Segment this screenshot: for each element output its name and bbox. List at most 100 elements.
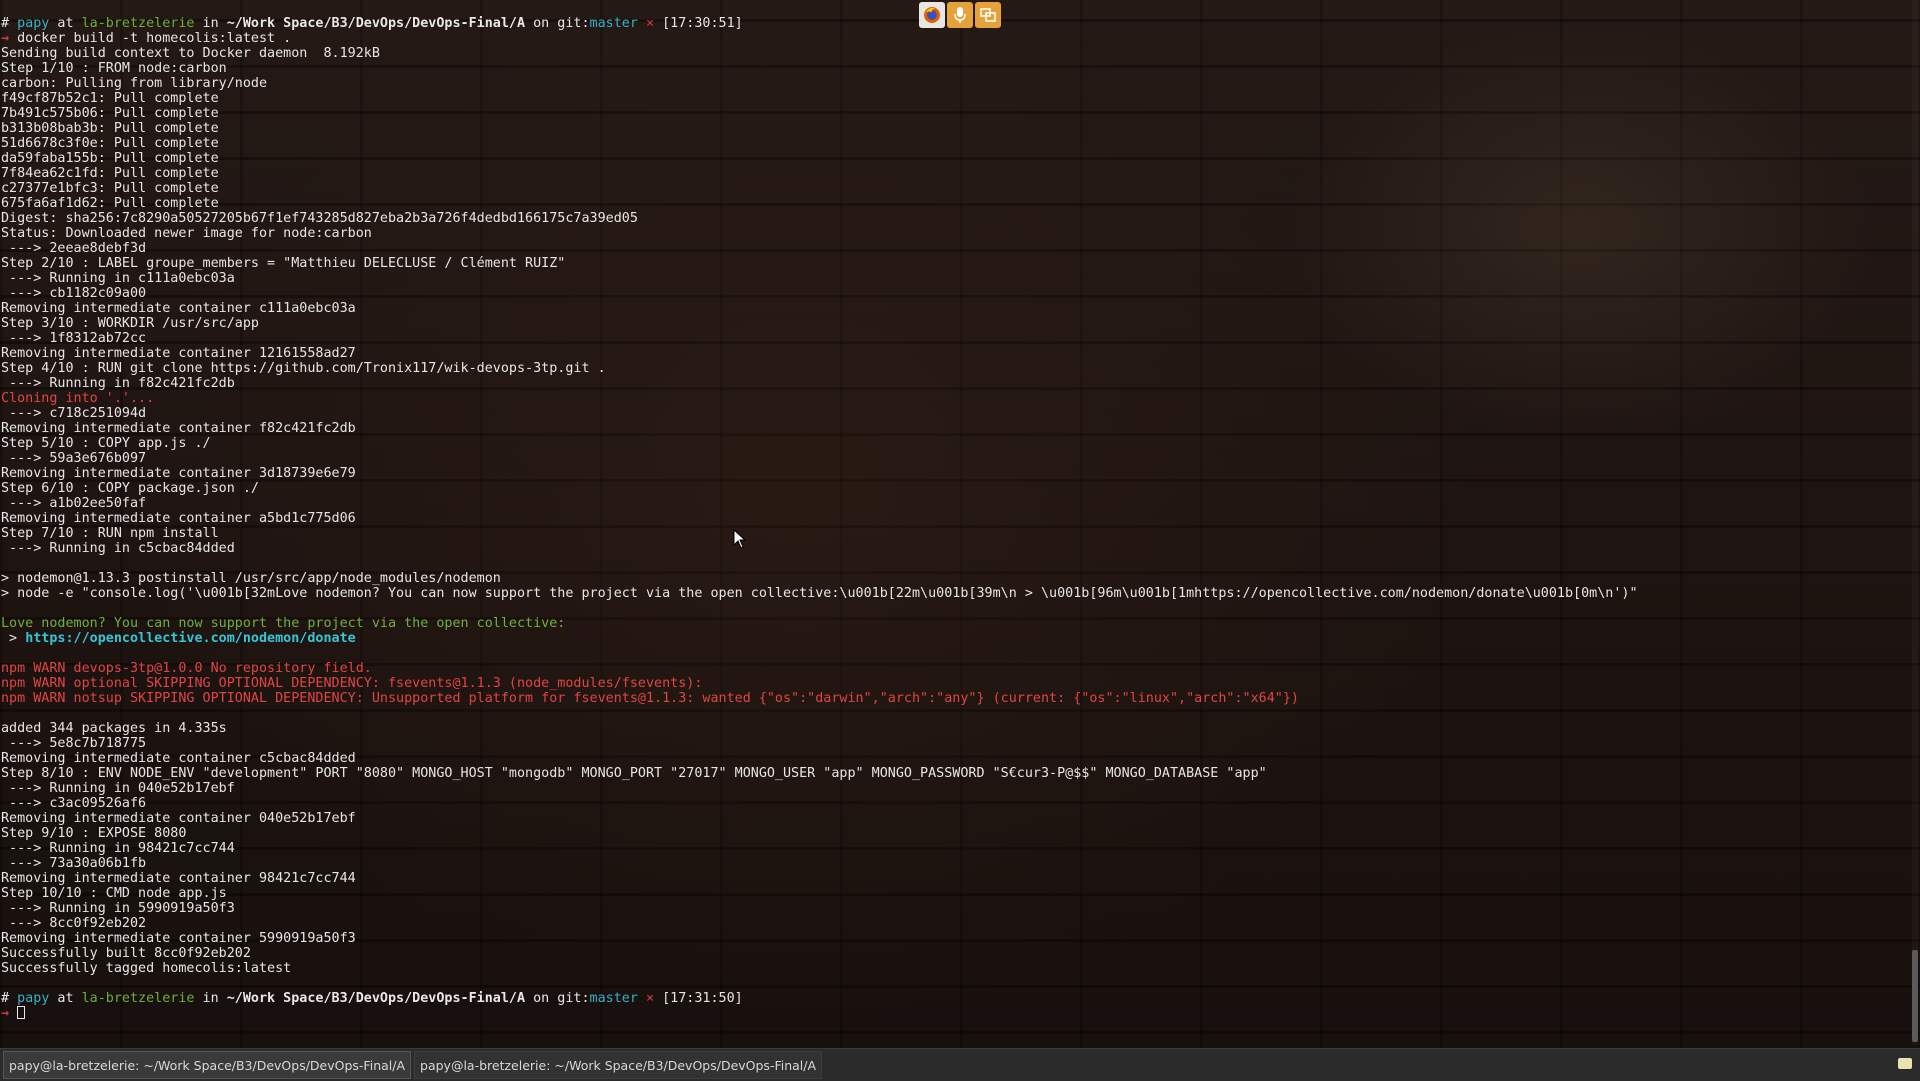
terminal-output-line: Removing intermediate container 5990919a…	[1, 931, 356, 946]
terminal-output-line: ---> Running in c5cbac84dded	[1, 541, 235, 556]
prompt-user: papy	[17, 991, 50, 1006]
shell-prompt: # papy at la-bretzelerie in ~/Work Space…	[1, 991, 1901, 1006]
taskbar-window-terminal-2[interactable]: papy@la-bretzelerie: ~/Work Space/B3/Dev…	[414, 1051, 823, 1079]
terminal-output-line: Removing intermediate container c111a0eb…	[1, 301, 356, 316]
prompt-path: ~/Work Space/B3/DevOps/DevOps-Final/A	[226, 991, 526, 1006]
terminal-output-line: ---> a1b02ee50faf	[1, 496, 147, 511]
prompt-host: la-bretzelerie	[81, 16, 195, 31]
terminal-output-line: Removing intermediate container 98421c7c…	[1, 871, 356, 886]
prompt-branch: master	[589, 16, 638, 31]
terminal-output-line: Successfully tagged homecolis:latest	[1, 961, 292, 976]
terminal-output-line: c27377e1bfc3: Pull complete	[1, 181, 219, 196]
prompt-path: ~/Work Space/B3/DevOps/DevOps-Final/A	[226, 16, 526, 31]
terminal-output-line: b313b08bab3b: Pull complete	[1, 121, 219, 136]
terminal-output-line: ---> Running in 040e52b17ebf	[1, 781, 235, 796]
terminal-output-line: Digest: sha256:7c8290a50527205b67f1ef743…	[1, 211, 638, 226]
terminal-output-line: ---> 73a30a06b1fb	[1, 856, 147, 871]
terminal-output-line: carbon: Pulling from library/node	[1, 76, 268, 91]
mouse-pointer-icon	[733, 528, 747, 549]
prompt-host: la-bretzelerie	[81, 991, 195, 1006]
build-output-block: Sending build context to Docker daemon 8…	[1, 46, 1901, 391]
terminal-output-line: Step 6/10 : COPY package.json ./	[1, 481, 259, 496]
terminal-output-line: ---> Running in f82c421fc2db	[1, 376, 235, 391]
terminal-output-line: Step 9/10 : EXPOSE 8080	[1, 826, 187, 841]
firefox-icon[interactable]	[919, 2, 945, 28]
command-line: → docker build -t homecolis:latest .	[1, 31, 1901, 46]
terminal-output-line: npm WARN devops-3tp@1.0.0 No repository …	[1, 661, 372, 676]
git-clone-message: Cloning into '.'...	[1, 391, 155, 406]
prompt-in: in	[194, 16, 227, 31]
terminal-output-line: Step 3/10 : WORKDIR /usr/src/app	[1, 316, 259, 331]
terminal-output-line: Removing intermediate container 12161558…	[1, 346, 356, 361]
nodemon-link-line: > https://opencollective.com/nodemon/don…	[1, 631, 1901, 646]
build-output-block: added 344 packages in 4.335s ---> 5e8c7b…	[1, 721, 1901, 976]
prompt-git-label: git:	[557, 991, 590, 1006]
terminal-output-line: Removing intermediate container c5cbac84…	[1, 751, 356, 766]
terminal-output-line: 51d6678c3f0e: Pull complete	[1, 136, 219, 151]
terminal-output-line: ---> Running in 5990919a50f3	[1, 901, 235, 916]
terminal-output-line: > node -e "console.log('\u001b[32mLove n…	[1, 586, 1638, 601]
notification-icon[interactable]	[1898, 1058, 1912, 1069]
prompt-on: on	[525, 16, 558, 31]
terminal-scrollbar[interactable]	[1912, 0, 1918, 1045]
taskbar-window-terminal-1[interactable]: papy@la-bretzelerie: ~/Work Space/B3/Dev…	[3, 1051, 412, 1079]
prompt-time: [17:30:51]	[654, 16, 743, 31]
terminal-output-line: ---> c3ac09526af6	[1, 796, 147, 811]
terminal-output-line: ---> Running in 98421c7cc744	[1, 841, 235, 856]
prompt-dirty-mark: ×	[637, 16, 655, 31]
terminal-output-line: > nodemon@1.13.3 postinstall /usr/src/ap…	[1, 571, 501, 586]
command-line[interactable]: →	[1, 1006, 1901, 1021]
terminal-output-line: ---> 8cc0f92eb202	[1, 916, 147, 931]
terminal-output-line: ---> 59a3e676b097	[1, 451, 147, 466]
prompt-at: at	[49, 16, 82, 31]
terminal-output-line: Removing intermediate container 040e52b1…	[1, 811, 356, 826]
prompt-time: [17:31:50]	[654, 991, 743, 1006]
text-cursor	[17, 1006, 26, 1019]
terminal-output-line: ---> Running in c111a0ebc03a	[1, 271, 235, 286]
terminal-output-line: ---> 5e8c7b718775	[1, 736, 147, 751]
terminal-output-line: Step 7/10 : RUN npm install	[1, 526, 219, 541]
prompt-dirty-mark: ×	[637, 991, 655, 1006]
terminal-output-line: Step 2/10 : LABEL groupe_members = "Matt…	[1, 256, 566, 271]
window-switch-icon[interactable]	[975, 2, 1001, 28]
terminal-output-line: npm WARN notsup SKIPPING OPTIONAL DEPEND…	[1, 691, 1299, 706]
terminal-output-line: 675fa6af1d62: Pull complete	[1, 196, 219, 211]
prompt-at: at	[49, 991, 82, 1006]
prompt-git-label: git:	[557, 16, 590, 31]
terminal-output-line: Successfully built 8cc0f92eb202	[1, 946, 251, 961]
terminal-window[interactable]: # papy at la-bretzelerie in ~/Work Space…	[1, 16, 1901, 1046]
microphone-icon[interactable]	[947, 2, 973, 28]
prompt-in: in	[194, 991, 227, 1006]
task-label: papy@la-bretzelerie: ~/Work Space/B3/Dev…	[9, 1057, 406, 1073]
terminal-output-line: ---> c718c251094d	[1, 406, 147, 421]
terminal-output-line: Sending build context to Docker daemon 8…	[1, 46, 380, 61]
build-output-block: ---> c718c251094d Removing intermediate c…	[1, 406, 1901, 616]
taskbar: papy@la-bretzelerie: ~/Work Space/B3/Dev…	[0, 1048, 1920, 1081]
nodemon-message: Love nodemon? You can now support the pr…	[1, 616, 566, 631]
terminal-output-line: Step 10/10 : CMD node app.js	[1, 886, 227, 901]
link-prefix: >	[1, 631, 26, 646]
scrollbar-thumb[interactable]	[1912, 950, 1918, 1042]
terminal-output-line: Status: Downloaded newer image for node:…	[1, 226, 372, 241]
terminal-output-line: da59faba155b: Pull complete	[1, 151, 219, 166]
nodemon-donate-link[interactable]: https://opencollective.com/nodemon/donat…	[25, 631, 356, 646]
terminal-output-line: 7b491c575b06: Pull complete	[1, 106, 219, 121]
terminal-output-line: added 344 packages in 4.335s	[1, 721, 227, 736]
prompt-user: papy	[17, 16, 50, 31]
terminal-output-line: ---> 1f8312ab72cc	[1, 331, 147, 346]
terminal-output-line: Step 4/10 : RUN git clone https://github…	[1, 361, 606, 376]
terminal-output-line: Step 1/10 : FROM node:carbon	[1, 61, 227, 76]
prompt-on: on	[525, 991, 558, 1006]
prompt-arrow: →	[1, 1006, 10, 1021]
task-label: papy@la-bretzelerie: ~/Work Space/B3/Dev…	[420, 1057, 817, 1073]
prompt-hash: #	[1, 16, 10, 31]
command-text: docker build -t homecolis:latest .	[9, 31, 292, 46]
prompt-hash: #	[1, 991, 10, 1006]
prompt-branch: master	[589, 991, 638, 1006]
terminal-output-line: Step 5/10 : COPY app.js ./	[1, 436, 211, 451]
terminal-output-line: Removing intermediate container 3d18739e…	[1, 466, 356, 481]
